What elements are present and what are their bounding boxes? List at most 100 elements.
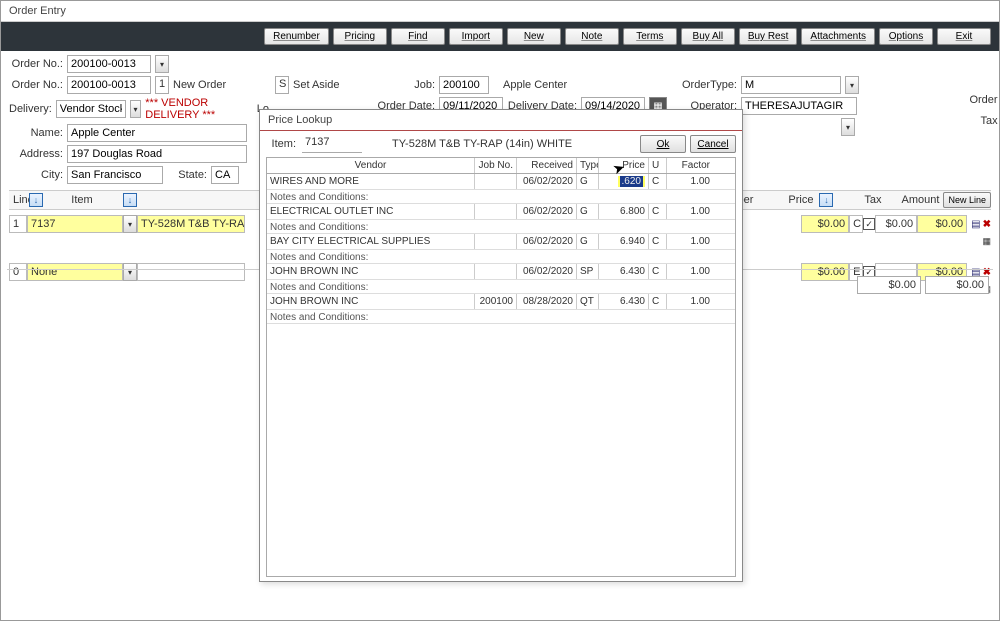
order-type-dropdown[interactable]: ▾ (845, 76, 859, 94)
dialog-row[interactable]: BAY CITY ELECTRICAL SUPPLIES 06/02/2020 … (267, 234, 735, 250)
dcol-price: Price (599, 158, 649, 173)
dcol-vendor: Vendor (267, 158, 475, 173)
ok-button[interactable]: Ok (640, 135, 686, 153)
col-line: Line (9, 194, 27, 206)
footer-total-2: $0.00 (925, 276, 989, 294)
operator-input[interactable] (741, 97, 857, 115)
exit-button[interactable]: Exit (937, 28, 991, 45)
order-no-input[interactable] (67, 55, 151, 73)
d-cell-received: 06/02/2020 (517, 204, 577, 219)
note-button[interactable]: Note (565, 28, 619, 45)
dialog-item-label: Item: (266, 138, 296, 150)
sort-line-icon[interactable]: ↓ (29, 193, 43, 207)
new-line-button[interactable]: New Line (943, 192, 991, 208)
d-cell-price[interactable]: 6.430 (599, 294, 649, 309)
d-cell-vendor: ELECTRICAL OUTLET INC (267, 204, 475, 219)
delete-icon[interactable]: ✖ (983, 219, 991, 230)
d-cell-type: G (577, 174, 599, 189)
cell-item[interactable]: 7137 (27, 215, 123, 233)
d-cell-job (475, 174, 517, 189)
attachments-button[interactable]: Attachments (801, 28, 875, 45)
d-cell-notes: Notes and Conditions: (267, 280, 735, 293)
d-cell-vendor: JOHN BROWN INC (267, 264, 475, 279)
flag-code: S (275, 76, 289, 94)
cancel-button[interactable]: Cancel (690, 135, 736, 153)
d-cell-received: 06/02/2020 (517, 174, 577, 189)
import-button[interactable]: Import (449, 28, 503, 45)
item-dropdown[interactable]: ▾ (123, 263, 137, 281)
state-input[interactable] (211, 166, 239, 184)
footer-total-1: $0.00 (857, 276, 921, 294)
price-lookup-dialog: Price Lookup Item: 7137 TY-528M T&B TY-R… (259, 109, 743, 582)
cell-tax: $0.00 (875, 215, 917, 233)
dialog-notes-row: Notes and Conditions: (267, 310, 735, 324)
renumber-button[interactable]: Renumber (264, 28, 329, 45)
d-cell-received: 06/02/2020 (517, 234, 577, 249)
d-cell-factor: 1.00 (667, 204, 713, 219)
buy-all-button[interactable]: Buy All (681, 28, 735, 45)
d-cell-type: QT (577, 294, 599, 309)
d-cell-vendor: BAY CITY ELECTRICAL SUPPLIES (267, 234, 475, 249)
find-button[interactable]: Find (391, 28, 445, 45)
extra-dropdown[interactable]: ▾ (841, 118, 855, 136)
order-no-label: Order No.: (9, 58, 63, 70)
d-cell-price[interactable]: .620 (599, 174, 649, 189)
d-cell-vendor: JOHN BROWN INC (267, 294, 475, 309)
dcol-received: Received (517, 158, 577, 173)
delivery-label: Delivery: (9, 103, 52, 115)
dialog-notes-row: Notes and Conditions: (267, 220, 735, 234)
dialog-row[interactable]: ELECTRICAL OUTLET INC 06/02/2020 G 6.800… (267, 204, 735, 220)
d-cell-factor: 1.00 (667, 174, 713, 189)
d-cell-job: 200100 (475, 294, 517, 309)
row-checkbox[interactable]: ✓ (863, 218, 875, 230)
dialog-item-desc: TY-528M T&B TY-RAP (14in) WHITE (392, 138, 572, 150)
d-cell-price[interactable]: 6.430 (599, 264, 649, 279)
window-title: Order Entry (1, 1, 999, 22)
job-input[interactable] (439, 76, 489, 94)
job-name: Apple Center (503, 79, 567, 91)
sort-price-icon[interactable]: ↓ (819, 193, 833, 207)
delivery-input[interactable] (56, 100, 126, 118)
cell-price[interactable]: $0.00 (801, 215, 849, 233)
d-cell-notes: Notes and Conditions: (267, 220, 735, 233)
d-cell-price[interactable]: 6.940 (599, 234, 649, 249)
d-cell-received: 06/02/2020 (517, 264, 577, 279)
cell-item[interactable]: None (27, 263, 123, 281)
sort-item-icon[interactable]: ↓ (123, 193, 137, 207)
options-button[interactable]: Options (879, 28, 933, 45)
dialog-row[interactable]: JOHN BROWN INC 200100 08/28/2020 QT 6.43… (267, 294, 735, 310)
order-no-dropdown[interactable]: ▾ (155, 55, 169, 73)
dialog-row[interactable]: WIRES AND MORE 06/02/2020 G .620 C 1.00 (267, 174, 735, 190)
d-cell-job (475, 264, 517, 279)
city-input[interactable] (67, 166, 163, 184)
order-no2-input[interactable] (67, 76, 151, 94)
d-cell-price[interactable]: 6.800 (599, 204, 649, 219)
pricing-button[interactable]: Pricing (333, 28, 387, 45)
cell-desc: TY-528M T&B TY-RAP (14in) V (137, 215, 245, 233)
cell-line: 0 (9, 263, 27, 281)
buy-rest-button[interactable]: Buy Rest (739, 28, 798, 45)
dcol-u: U (649, 158, 667, 173)
delivery-dropdown[interactable]: ▾ (130, 100, 141, 118)
expand-icon[interactable]: ▦ (982, 236, 991, 247)
address-input[interactable] (67, 145, 247, 163)
terms-button[interactable]: Terms (623, 28, 677, 45)
order-no2-label: Order No.: (9, 79, 63, 91)
new-button[interactable]: New (507, 28, 561, 45)
cell-line: 1 (9, 215, 27, 233)
detail-icon[interactable]: ▤ (971, 219, 980, 230)
item-dropdown[interactable]: ▾ (123, 215, 137, 233)
footer-totals: $0.00 $0.00 (857, 276, 989, 294)
d-cell-type: G (577, 204, 599, 219)
d-cell-factor: 1.00 (667, 234, 713, 249)
cell-price-unit: C (849, 215, 863, 233)
name-input[interactable] (67, 124, 247, 142)
order-type-input[interactable] (741, 76, 841, 94)
city-label: City: (9, 169, 63, 181)
order-type-label: OrderType: (673, 79, 737, 91)
dialog-row[interactable]: JOHN BROWN INC 06/02/2020 SP 6.430 C 1.0… (267, 264, 735, 280)
d-cell-u: C (649, 174, 667, 189)
d-cell-vendor: WIRES AND MORE (267, 174, 475, 189)
cell-price[interactable]: $0.00 (801, 263, 849, 281)
dialog-grid-header: Vendor Job No. Received Type Price U Fac… (267, 158, 735, 174)
